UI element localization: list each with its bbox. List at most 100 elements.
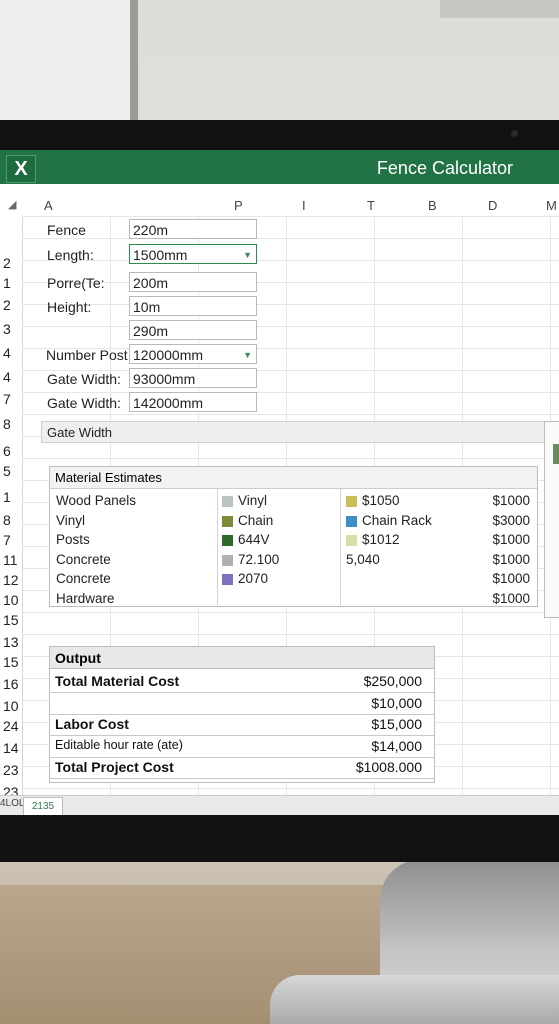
column-header[interactable]: T [367,198,375,213]
row-header[interactable]: 5 [3,463,11,479]
material-spec: Vinyl [238,493,268,508]
output-value[interactable]: $1008.000 [356,759,422,775]
row-header[interactable]: 2 [3,255,11,271]
number-post-value: 120000mm [133,347,204,363]
row-header[interactable]: 10 [3,592,19,608]
row-header[interactable]: 10 [3,698,19,714]
row-header[interactable]: 2 [3,297,11,313]
column-header[interactable]: M [546,198,557,213]
material-spec: 2070 [238,571,269,586]
row-header[interactable]: 11 [3,552,18,568]
color-swatch [222,496,233,507]
row-header[interactable]: 23 [3,762,19,778]
color-swatch [222,535,233,546]
length-input[interactable]: 1500mm ▼ [129,244,257,264]
list-item: Wood Panels Vinyl $1050 $1000 [50,493,537,512]
material-spec: 72.100 [238,551,280,567]
column-header[interactable]: A [44,198,53,213]
material-name: Posts [56,532,90,547]
spreadsheet-window: X Fence Calculator ◢ A P I T B D M 21234… [0,150,559,815]
porre-label: Porre(Te: [47,275,105,291]
list-item: Concrete 72.100 5,040 $1000 [50,552,537,571]
row-header[interactable]: 1 [3,275,11,291]
excel-logo-icon[interactable]: X [6,155,36,183]
row-header[interactable]: 24 [3,718,19,734]
row-headers: 2 1 2 3 4 4 7 8 6 5 1 8 7 11 12 10 15 13 15 16 10 24 14 23 23 [0,216,23,800]
height-input[interactable]: 10m [129,296,257,316]
column-header[interactable]: P [234,198,243,213]
row-header[interactable]: 8 [3,416,11,432]
output-row: Editable hour rate (ate) $14,000 [50,735,434,758]
material-name: Wood Panels [56,493,137,508]
color-swatch [346,535,357,546]
number-post-label: Number Post: [46,347,132,363]
row-header[interactable]: 3 [3,321,11,337]
color-swatch [222,554,233,566]
row-header[interactable]: 12 [3,572,19,588]
color-swatch [222,515,233,527]
sheet-tab[interactable]: 2135 [23,797,63,815]
material-estimates-title: Material Estimates [50,467,537,489]
material-name: Hardware [56,590,115,606]
color-swatch [222,574,233,585]
output-row: Total Project Cost $1008.000 [50,756,434,779]
gate-width-label-2: Gate Width: [47,395,121,411]
height-label: Height: [47,299,92,315]
status-corner: 4LOL [0,798,25,809]
row-header[interactable]: 4 [3,369,11,385]
list-item: Vinyl Chain Chain Rack $3000 [50,513,537,532]
dropdown-arrow-icon[interactable]: ▼ [243,345,252,365]
color-swatch [346,496,357,507]
list-item: Posts 644V $1012 $1000 [50,532,537,551]
output-row: $10,000 [50,692,434,715]
output-value[interactable]: $250,000 [364,673,422,689]
row-header[interactable]: 16 [3,676,19,692]
material-price: $1050 [362,493,400,508]
side-panel[interactable] [544,421,559,618]
output-value[interactable]: $14,000 [371,738,422,754]
porre-input[interactable]: 200m [129,272,257,292]
row-header[interactable]: 7 [3,532,11,548]
output-value[interactable]: $15,000 [371,716,422,732]
row-header[interactable]: 7 [3,391,11,407]
gate-width-section[interactable]: Gate Width [41,421,545,443]
column-header[interactable]: B [428,198,437,213]
material-name: Concrete [56,571,111,586]
output-row: Total Material Cost $250,000 [50,670,434,693]
material-price: Chain Rack [362,512,432,528]
material-price: 5,040 [346,551,380,567]
row-header[interactable]: 1 [3,489,11,505]
material-price: $1012 [362,532,400,547]
fence-input[interactable]: 220m [129,219,257,239]
unlabeled-input[interactable]: 290m [129,320,257,340]
gate-width-input[interactable]: 93000mm [129,368,257,388]
title-bar: X Fence Calculator [0,150,559,184]
column-header[interactable]: I [302,198,306,213]
row-header[interactable]: 15 [3,612,19,628]
material-cost: $1000 [492,571,530,586]
sheet-tab-bar: 4LOL 2135 [0,795,559,815]
app-title: Fence Calculator [376,158,513,178]
material-spec: 644V [238,532,270,547]
row-header[interactable]: 8 [3,512,11,528]
material-cost: $1000 [492,590,530,606]
material-cost: $1000 [492,532,530,547]
row-header[interactable]: 15 [3,654,19,670]
material-spec: Chain [238,512,274,528]
row-header[interactable]: 6 [3,443,11,459]
side-panel-accent [553,444,559,464]
output-row: Labor Cost $15,000 [50,713,434,736]
row-header[interactable]: 4 [3,345,11,361]
dropdown-arrow-icon[interactable]: ▼ [243,245,252,265]
row-header[interactable]: 14 [3,740,19,756]
output-title: Output [50,647,434,669]
select-all-icon[interactable]: ◢ [8,198,16,211]
color-swatch [346,515,357,527]
row-header[interactable]: 13 [3,634,19,650]
background-window [0,0,138,120]
column-header[interactable]: D [488,198,497,213]
webcam-icon [511,130,518,137]
output-value[interactable]: $10,000 [371,695,422,711]
number-post-input[interactable]: 120000mm ▼ [129,344,257,364]
gate-width-input-2[interactable]: 142000mm [129,392,257,412]
